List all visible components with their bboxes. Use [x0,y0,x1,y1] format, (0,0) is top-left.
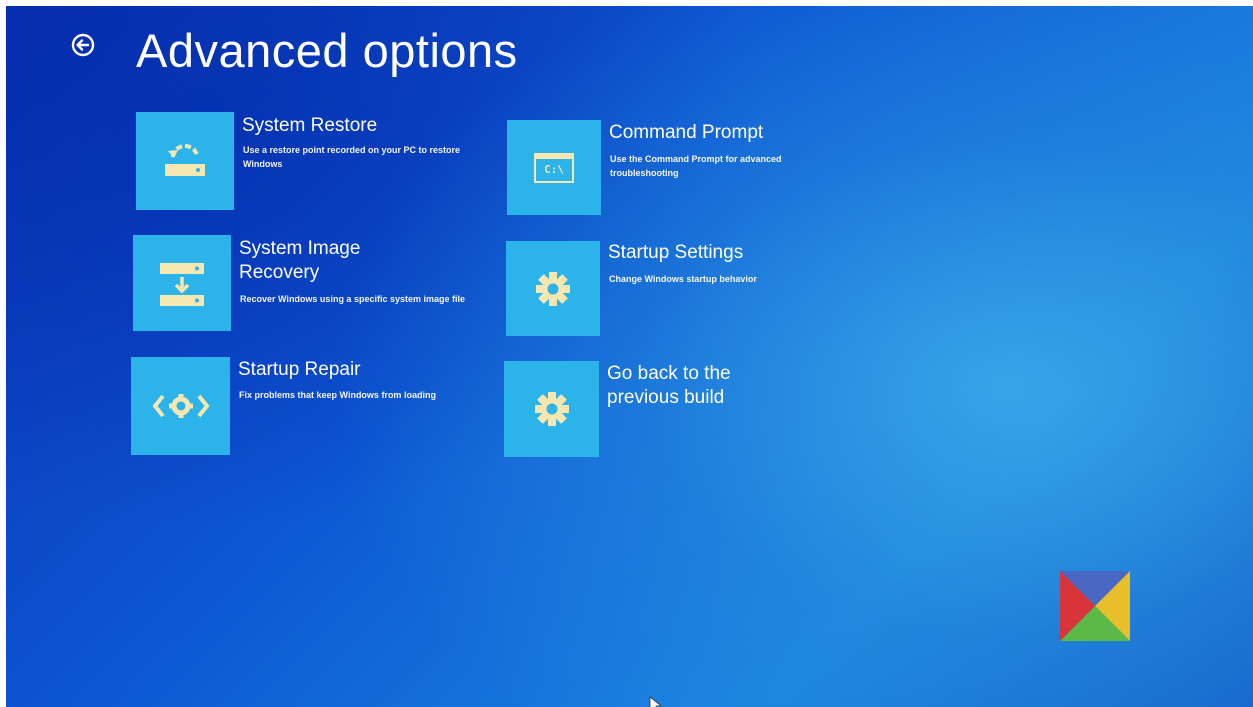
image-recovery-icon [160,263,204,306]
page-title: Advanced options [136,24,518,77]
startup-settings-tile[interactable] [506,241,600,336]
startup-repair-title[interactable]: Startup Repair [238,358,361,382]
command-prompt-tile[interactable]: C:\ [507,120,601,215]
system-restore-title[interactable]: System Restore [242,114,377,138]
startup-settings-description: Change Windows startup behavior [609,274,757,284]
restore-icon [165,144,205,176]
system-image-recovery-description: Recover Windows using a specific system … [240,294,465,304]
startup-repair-description: Fix problems that keep Windows from load… [239,390,436,400]
system-image-recovery-tile[interactable] [133,235,231,331]
system-restore-tile[interactable] [136,112,234,210]
system-image-recovery-title[interactable]: System Image Recovery [239,237,439,285]
windows-insider-logo [1060,571,1130,641]
back-arrow-circle-icon [71,33,95,57]
startup-repair-icon [151,394,210,418]
gear-icon [534,392,569,426]
command-prompt-icon-text: C:\ [544,163,564,176]
system-restore-description: Use a restore point recorded on your PC … [243,145,461,169]
go-back-title[interactable]: Go back to the previous build [607,362,777,410]
command-prompt-title[interactable]: Command Prompt [609,121,763,145]
startup-settings-title[interactable]: Startup Settings [608,241,743,265]
recovery-screen: Advanced options System Restore Use a re… [6,6,1253,707]
mouse-cursor-icon [649,696,663,707]
command-prompt-icon: C:\ [534,152,574,183]
command-prompt-description: Use the Command Prompt for advanced trou… [610,154,782,178]
startup-repair-tile[interactable] [131,357,230,455]
back-button[interactable] [66,28,100,62]
gear-icon [536,271,570,306]
go-back-tile[interactable] [504,361,599,457]
